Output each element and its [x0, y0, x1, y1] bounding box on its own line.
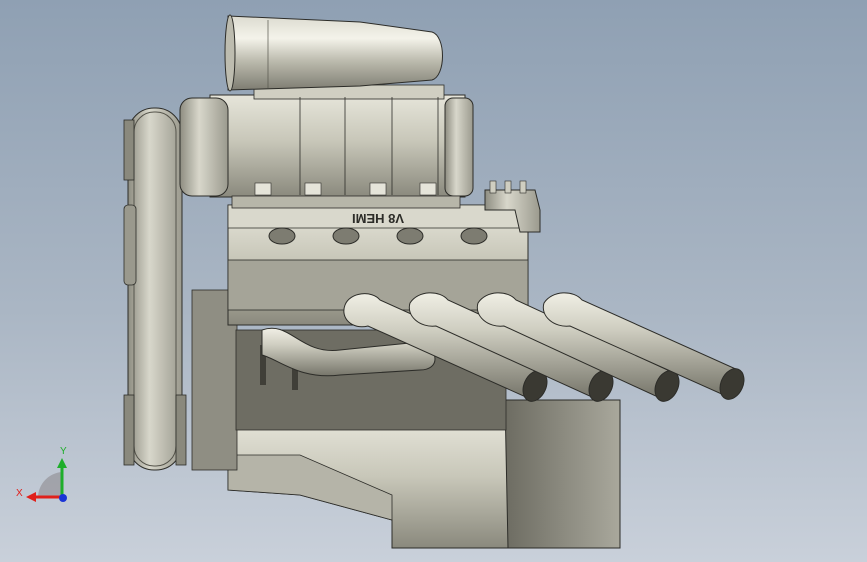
x-axis-arrowhead — [26, 492, 36, 502]
valve-cover-engraving: V8 HEMI — [352, 211, 404, 226]
intake-scoop[interactable] — [224, 14, 443, 92]
coordinate-triad: Y X — [16, 446, 67, 502]
z-axis-dot — [59, 494, 67, 502]
supercharger[interactable] — [179, 84, 474, 209]
front-belt-drive[interactable] — [123, 107, 187, 471]
y-axis-label: Y — [60, 446, 67, 457]
graphics-viewport[interactable]: V8 HEMI Y X — [0, 0, 867, 562]
engine-model[interactable]: V8 HEMI Y X — [0, 0, 867, 562]
y-axis-arrowhead — [57, 458, 67, 468]
triad-plane — [38, 472, 62, 497]
x-axis-label: X — [16, 488, 23, 499]
